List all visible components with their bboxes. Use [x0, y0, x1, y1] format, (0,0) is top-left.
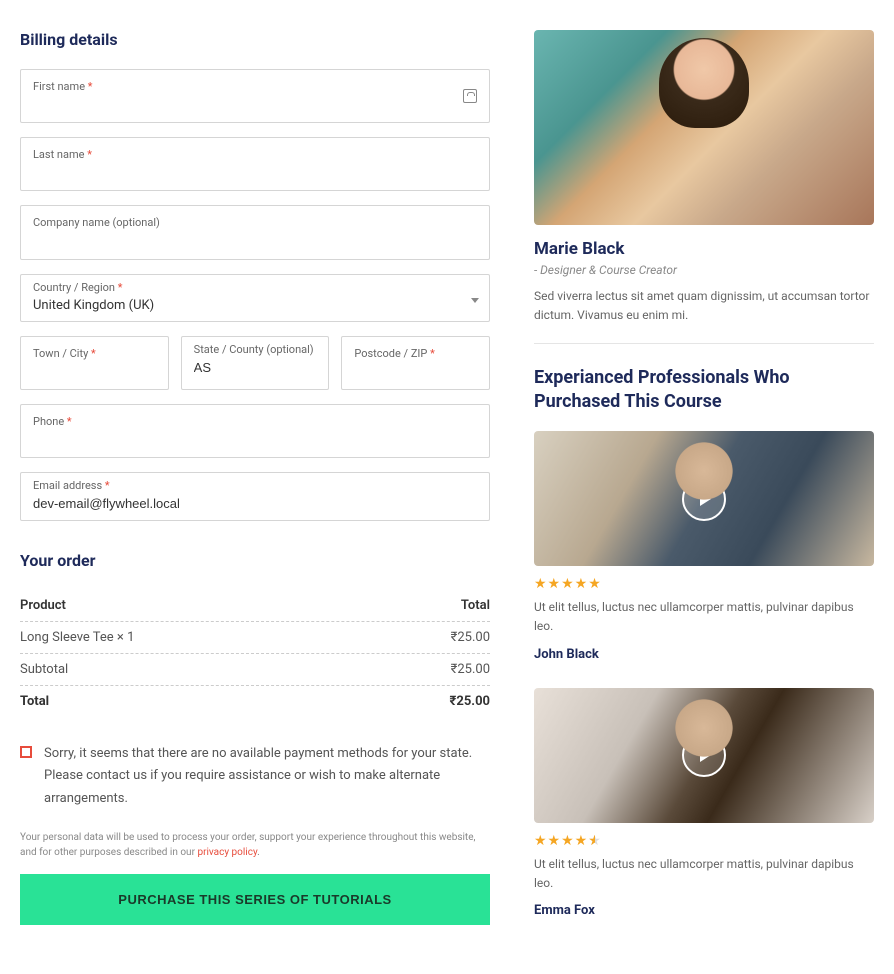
header-product: Product — [20, 598, 66, 613]
city-field[interactable]: Town / City * — [20, 336, 169, 390]
item-total: ₹25.00 — [451, 630, 490, 645]
testimonial-author: Emma Fox — [534, 903, 874, 918]
order-item-row: Long Sleeve Tee × 1 ₹25.00 — [20, 622, 490, 654]
postcode-field[interactable]: Postcode / ZIP * — [341, 336, 490, 390]
total-label: Total — [20, 694, 49, 709]
play-icon[interactable] — [682, 477, 726, 521]
testimonial-2: ★★★★★ Ut elit tellus, luctus nec ullamco… — [534, 688, 874, 918]
company-label: Company name (optional) — [33, 216, 477, 229]
order-title: Your order — [20, 551, 490, 570]
billing-title: Billing details — [20, 30, 490, 49]
email-input[interactable] — [33, 496, 477, 511]
play-icon[interactable] — [682, 733, 726, 777]
phone-field[interactable]: Phone * — [20, 404, 490, 458]
testimonial-author: John Black — [534, 647, 874, 662]
email-label: Email address * — [33, 479, 477, 492]
privacy-text: Your personal data will be used to proce… — [20, 830, 490, 860]
testimonial-video-1[interactable] — [534, 431, 874, 566]
order-table: Product Total Long Sleeve Tee × 1 ₹25.00… — [20, 590, 490, 717]
instructor-image — [534, 30, 874, 225]
testimonial-text: Ut elit tellus, luctus nec ullamcorper m… — [534, 855, 874, 893]
country-value: United Kingdom (UK) — [33, 298, 477, 313]
testimonial-video-2[interactable] — [534, 688, 874, 823]
header-total: Total — [461, 598, 490, 613]
notice-text: Sorry, it seems that there are no availa… — [44, 743, 490, 809]
instructor-role: - Designer & Course Creator — [534, 263, 874, 277]
item-name: Long Sleeve Tee × 1 — [20, 630, 134, 645]
subtotal-label: Subtotal — [20, 662, 68, 677]
rating-stars: ★★★★★ — [534, 833, 874, 849]
privacy-policy-link[interactable]: privacy policy — [197, 847, 257, 858]
last-name-field[interactable]: Last name * — [20, 137, 490, 191]
total-value: ₹25.00 — [450, 694, 490, 709]
order-total-row: Total ₹25.00 — [20, 686, 490, 717]
phone-label: Phone * — [33, 415, 477, 428]
postcode-label: Postcode / ZIP * — [354, 347, 477, 360]
country-label: Country / Region * — [33, 281, 477, 294]
last-name-label: Last name * — [33, 148, 477, 161]
experts-title: Experianced Professionals Who Purchased … — [534, 366, 874, 413]
company-field[interactable]: Company name (optional) — [20, 205, 490, 259]
country-select[interactable]: Country / Region * United Kingdom (UK) — [20, 274, 490, 322]
order-subtotal-row: Subtotal ₹25.00 — [20, 654, 490, 686]
state-field[interactable]: State / County (optional) — [181, 336, 330, 390]
state-input[interactable] — [194, 360, 317, 375]
contact-icon — [463, 89, 477, 103]
order-header-row: Product Total — [20, 590, 490, 622]
chevron-down-icon — [471, 298, 479, 303]
state-label: State / County (optional) — [194, 343, 317, 356]
rating-stars: ★★★★★ — [534, 576, 874, 592]
first-name-field[interactable]: First name * — [20, 69, 490, 123]
first-name-label: First name * — [33, 80, 477, 93]
instructor-bio: Sed viverra lectus sit amet quam digniss… — [534, 287, 874, 344]
instructor-name: Marie Black — [534, 239, 874, 259]
payment-notice: Sorry, it seems that there are no availa… — [20, 743, 490, 809]
email-field[interactable]: Email address * — [20, 472, 490, 521]
testimonial-text: Ut elit tellus, luctus nec ullamcorper m… — [534, 598, 874, 636]
testimonial-1: ★★★★★ Ut elit tellus, luctus nec ullamco… — [534, 431, 874, 661]
city-label: Town / City * — [33, 347, 156, 360]
subtotal-value: ₹25.00 — [451, 662, 490, 677]
purchase-button[interactable]: PURCHASE THIS SERIES OF TUTORIALS — [20, 874, 490, 925]
warning-icon — [20, 746, 32, 758]
